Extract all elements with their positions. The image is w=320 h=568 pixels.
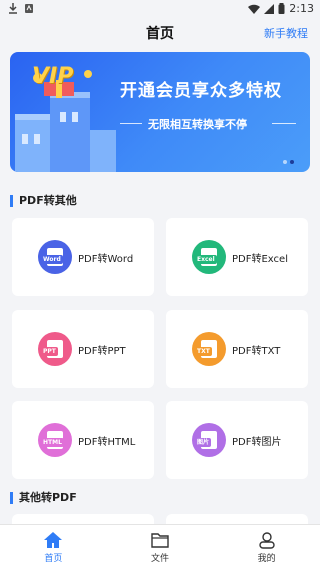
excel-file-icon: Excel bbox=[192, 240, 226, 274]
home-icon bbox=[44, 532, 63, 548]
banner-divider-right bbox=[272, 123, 296, 124]
nav-label: 我的 bbox=[257, 554, 276, 564]
wifi-icon bbox=[248, 4, 261, 14]
status-time: 2:13 bbox=[289, 2, 314, 15]
card-pdf-to-ppt[interactable]: PPT PDF转PPT bbox=[12, 310, 154, 388]
notification-icon bbox=[25, 4, 33, 13]
card-label: PDF转PPT bbox=[78, 346, 126, 357]
vip-banner[interactable]: VIP 开通会员享众多特权 无限相互转换享不停 bbox=[10, 52, 310, 172]
card-pdf-to-excel[interactable]: Excel PDF转Excel bbox=[166, 218, 308, 296]
bottom-nav: 首页 文件 我的 bbox=[0, 524, 320, 568]
tutorial-link[interactable]: 新手教程 bbox=[264, 25, 308, 41]
card-pdf-to-html[interactable]: HTML PDF转HTML bbox=[12, 401, 154, 479]
card-pdf-to-txt[interactable]: TXT PDF转TXT bbox=[166, 310, 308, 388]
nav-item-files[interactable]: 文件 bbox=[107, 525, 214, 568]
html-file-icon: HTML bbox=[38, 423, 72, 457]
carousel-dot-active bbox=[290, 160, 294, 164]
status-bar: 2:13 bbox=[0, 0, 320, 18]
section-title-pdf-to-other: PDF转其他 bbox=[10, 195, 77, 207]
signal-icon bbox=[264, 3, 275, 14]
banner-subtitle: 无限相互转换享不停 bbox=[148, 118, 247, 131]
battery-icon bbox=[278, 3, 285, 14]
card-label: PDF转Word bbox=[78, 254, 134, 265]
nav-item-home[interactable]: 首页 bbox=[0, 525, 107, 568]
download-icon bbox=[9, 3, 17, 14]
nav-label: 首页 bbox=[44, 554, 63, 564]
nav-item-profile[interactable]: 我的 bbox=[213, 525, 320, 568]
card-label: PDF转Excel bbox=[232, 254, 288, 265]
user-icon bbox=[258, 532, 275, 549]
card-pdf-to-word[interactable]: Word PDF转Word bbox=[12, 218, 154, 296]
card-pdf-to-image[interactable]: 图片 PDF转图片 bbox=[166, 401, 308, 479]
nav-label: 文件 bbox=[151, 554, 170, 564]
section-title-other-to-pdf: 其他转PDF bbox=[10, 492, 77, 504]
word-file-icon: Word bbox=[38, 240, 72, 274]
banner-divider-left bbox=[120, 123, 142, 124]
vip-badge: VIP bbox=[32, 64, 74, 89]
carousel-dot bbox=[283, 160, 287, 164]
banner-title: 开通会员享众多特权 bbox=[120, 81, 282, 101]
card-label: PDF转图片 bbox=[232, 437, 282, 448]
image-file-icon: 图片 bbox=[192, 423, 226, 457]
card-label: PDF转HTML bbox=[78, 437, 136, 448]
ppt-file-icon: PPT bbox=[38, 332, 72, 366]
txt-file-icon: TXT bbox=[192, 332, 226, 366]
app-header: 首页 新手教程 bbox=[0, 18, 320, 48]
carousel-indicator bbox=[283, 160, 294, 164]
folder-icon bbox=[151, 533, 169, 548]
card-label: PDF转TXT bbox=[232, 346, 281, 357]
